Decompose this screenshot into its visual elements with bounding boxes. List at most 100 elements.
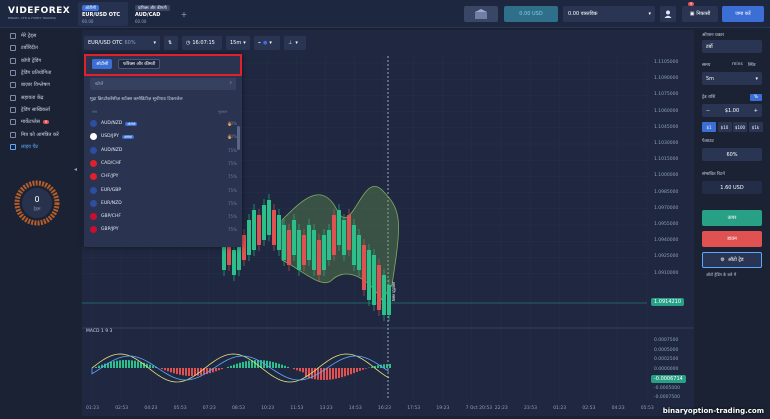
asset-row[interactable]: CAD/CHF 75% [90,157,237,170]
sidebar-item[interactable]: ट्रेडिंग साखिकर्ता [0,104,76,116]
logo[interactable]: VIDEFOREX BINARY, CFD & FOREX TRADING [8,6,74,22]
sidebar-item[interactable]: टर्बोरिंदीत [0,42,76,54]
candle [357,235,361,270]
minus-icon[interactable]: − [706,108,710,114]
candle [262,205,266,240]
sidebar-item[interactable]: बाज़ार विश्लेषण [0,79,76,91]
asset-name: CAD/CHF [101,160,122,166]
time-tick: 14:53 [348,406,362,411]
amount-preset-button[interactable]: $100 [733,122,747,132]
macd-bar [248,360,250,368]
macd-bar [233,364,235,368]
asset-row[interactable]: USD/JPY ओटीसी 🔥 80% [90,130,237,143]
top-bar: VIDEFOREX BINARY, CFD & FOREX TRADING ओट… [0,0,770,28]
macd-bar [98,365,100,368]
column-name-header: नाम [92,110,97,114]
time-tick: 23:53 [524,406,537,411]
asset-row[interactable]: GBP/CHF 75% [90,210,237,223]
add-tab-button[interactable]: + [179,6,189,22]
sidebar-item[interactable]: मार्केटप्लेस 9 [0,116,76,128]
asset-row[interactable]: AUD/NZD ओटीसी 🔥 90% [90,117,237,130]
sidebar-item-label: सहायता केंद्र [21,94,44,101]
macd-bar [365,368,367,369]
price-tick: 1.0925000 [654,254,679,260]
candle [287,230,291,265]
time-tick: 19:23 [436,406,450,411]
asset-categories[interactable]: मुद्रा क्रिप्टोकरेंसीज़ स्टॉक्स कमोडिटीज… [90,96,183,102]
macd-bar [227,366,229,368]
percent-toggle[interactable]: % [750,94,762,101]
amount-input[interactable]: − $1.00 + [702,104,762,117]
asset-row[interactable]: EUR/NZD 75% [90,197,237,210]
sidebar-item[interactable]: मेरे ट्रेड्स [0,30,76,42]
time-tick: 05:53 [173,406,187,411]
macd-bar [182,368,184,376]
price-tick: 1.0955000 [654,222,679,227]
macd-label: MACD 1 9 3 [86,329,113,334]
macd-bar [320,368,322,380]
candle [377,265,381,310]
amount-preset-button[interactable]: $1k [748,122,763,132]
macd-bar [287,366,289,368]
candle [342,220,346,255]
sidebar-item[interactable]: ट्रेडिंग प्रतियोगिता [0,67,76,79]
time-tick: 07:23 [202,406,216,411]
candle [337,210,341,245]
sidebar-item-label: मेरे ट्रेड्स [21,33,37,40]
time-tick: 17:53 [407,406,421,411]
macd-bar [125,360,127,368]
auto-trade-button[interactable]: ⚙ ऑटो ट्रेड [702,252,762,268]
asset-name: GBP/JPY [101,227,119,233]
auto-trade-help[interactable]: ऑटो ट्रेडिंग के बारे में [706,272,736,278]
up-button[interactable]: ऊपर [702,210,762,226]
plus-icon[interactable]: + [754,108,758,114]
treasure-chest-icon[interactable] [464,6,498,22]
candle [267,200,271,235]
watermark: binaryoption-trading.com [662,407,764,415]
candle [327,230,331,260]
deposit-button[interactable]: जमा करें [722,6,764,22]
collapse-arrow-icon[interactable]: ◂ [74,166,77,173]
tab-otc[interactable]: ओटीसी [92,59,113,69]
sidebar-item[interactable]: मित्र को आमंत्रित करें [0,128,76,140]
down-button[interactable]: डाउन [702,231,762,247]
sidebar-item-icon [10,94,16,101]
macd-bar [134,360,136,368]
macd-bar [344,368,346,377]
amount-preset-button[interactable]: $1 [702,122,716,132]
time-tick: 13:23 [319,406,333,411]
asset-row[interactable]: CHF/JPY 75% [90,170,237,183]
asset-search-input[interactable]: खोजें ⌕ [90,78,236,90]
macd-tick: 0.0005000 [654,347,679,353]
macd-bar [236,363,238,368]
asset-tab-1[interactable]: ओटीसी EUR/USD OTC 60.00 [78,2,128,26]
column-payout-header: भुगतान [218,110,228,114]
amount-preset-button[interactable]: $10 [717,122,732,132]
price-tick: 1.1060000 [654,108,679,114]
candle [277,215,281,250]
asset-name: AUD/NZD [101,121,123,126]
flag-icon [90,199,97,207]
macd-bar [389,364,391,368]
sidebar-item[interactable]: सहायता केंद्र [0,91,76,103]
asset-tab-2[interactable]: फ़ॉरेक्स और कीमती AUD/CAD 60.00 [131,2,177,26]
asset-name: EUR/NZD [101,200,122,206]
macd-bar [95,366,97,368]
tab-forex[interactable]: फॉरेक्स और कीमती [118,59,161,69]
duration-selector[interactable]: 5m ▾ [702,72,762,85]
macd-tick: 0.0002500 [654,357,679,362]
balance-selector[interactable]: 0.00 वास्तविक ▾ [563,6,655,22]
candle [362,245,366,290]
sidebar-item[interactable]: लाइव चैट [0,141,76,153]
scrollbar[interactable] [237,126,240,150]
user-icon[interactable] [660,6,676,22]
asset-row[interactable]: GBP/JPY 75% [90,223,237,236]
demo-balance-button[interactable]: 0.00 USD [504,6,558,22]
option-type-selector[interactable]: टर्बो [702,40,762,53]
asset-row[interactable]: EUR/GBP 75% [90,184,237,197]
sidebar-item[interactable]: कॉपी ट्रेडिंग [0,55,76,67]
candle [332,215,336,255]
macd-bar [167,368,169,372]
asset-row[interactable]: AUD/NZD 75% [90,144,237,157]
withdraw-button[interactable]: ▣ निकासी 9 [682,2,718,22]
